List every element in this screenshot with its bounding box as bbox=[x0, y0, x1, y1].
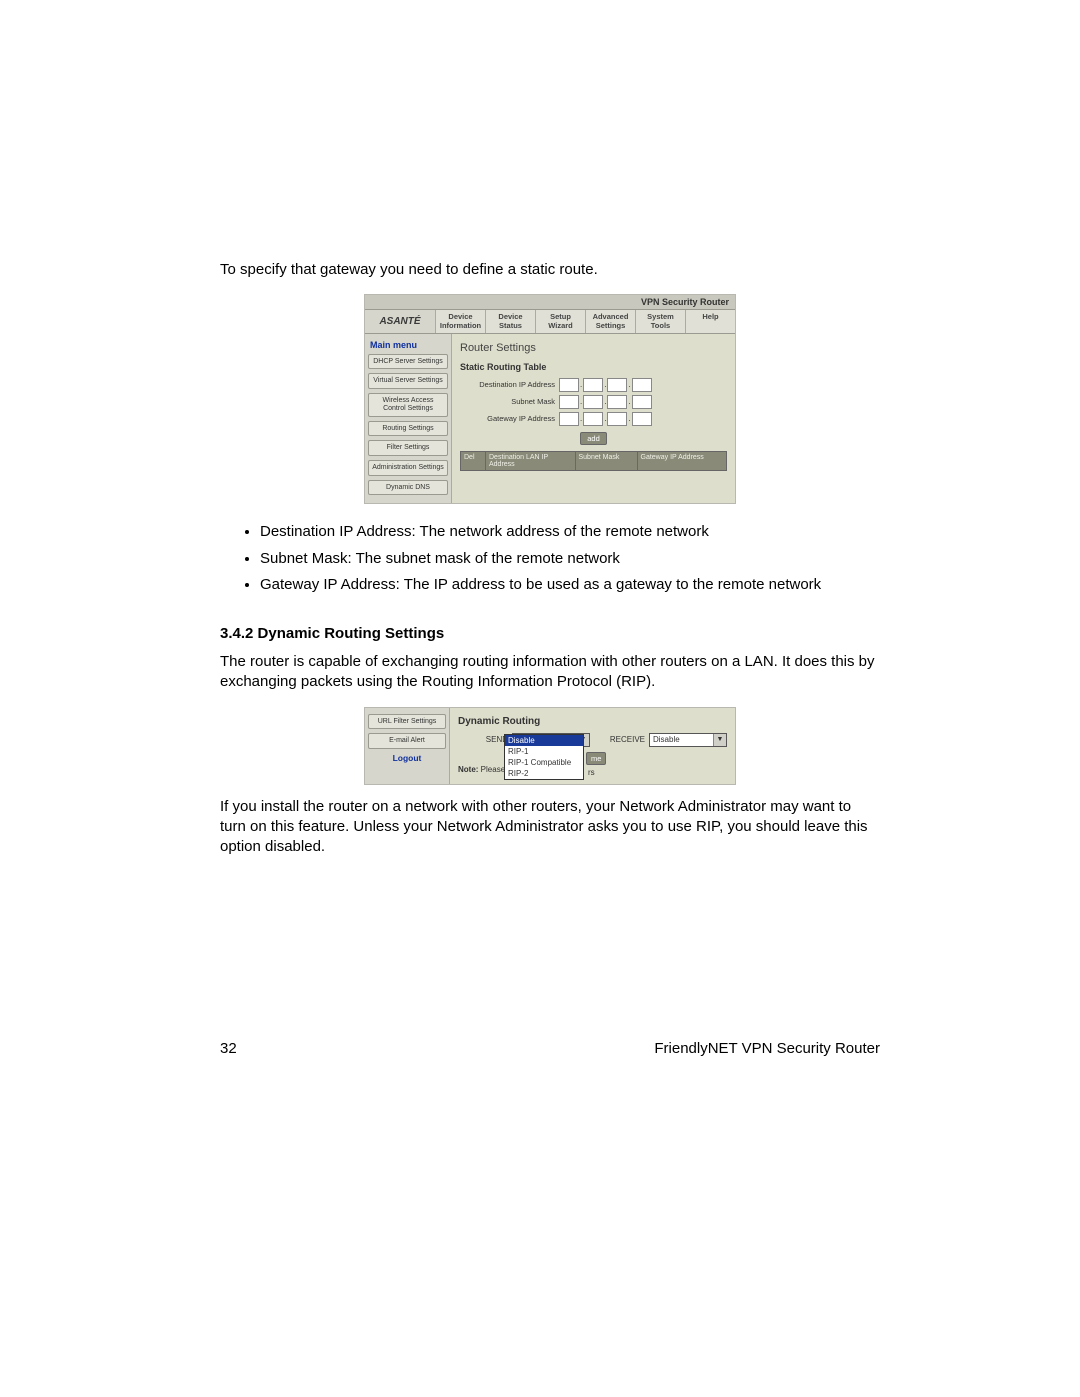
gw-octet-4[interactable] bbox=[632, 412, 652, 426]
label-subnet-mask: Subnet Mask bbox=[460, 397, 559, 406]
sidebar: Main menu DHCP Server Settings Virtual S… bbox=[365, 334, 452, 504]
obscured-button-fragment: me bbox=[586, 752, 606, 765]
dest-ip-octet-3[interactable] bbox=[607, 378, 627, 392]
tab-setup-wizard[interactable]: Setup Wizard bbox=[536, 310, 586, 333]
tab-help[interactable]: Help bbox=[686, 310, 735, 333]
nav-tabs: Device Information Device Status Setup W… bbox=[436, 310, 735, 333]
row-destination-ip: Destination IP Address . . . bbox=[460, 378, 727, 392]
sidebar-item-email-alert[interactable]: E-mail Alert bbox=[368, 733, 446, 749]
sidebar-item-virtual-server[interactable]: Virtual Server Settings bbox=[368, 373, 448, 389]
dropdown-option-disable[interactable]: Disable bbox=[505, 735, 583, 746]
gw-octet-2[interactable] bbox=[583, 412, 603, 426]
row-gateway-ip: Gateway IP Address . . . bbox=[460, 412, 727, 426]
routing-table-header: Del Destination LAN IP Address Subnet Ma… bbox=[460, 451, 727, 471]
row-subnet-mask: Subnet Mask . . . bbox=[460, 395, 727, 409]
brand-logo: ASANTÉ bbox=[365, 310, 436, 333]
list-item: Destination IP Address: The network addr… bbox=[260, 522, 880, 542]
top-nav: ASANTÉ Device Information Device Status … bbox=[365, 310, 735, 334]
th-delete: Del bbox=[461, 452, 486, 470]
gw-octet-3[interactable] bbox=[607, 412, 627, 426]
screenshot-router-settings: VPN Security Router ASANTÉ Device Inform… bbox=[364, 294, 736, 504]
add-button[interactable]: add bbox=[580, 432, 607, 445]
sidebar: URL Filter Settings E-mail Alert Logout bbox=[365, 708, 450, 784]
content-pane: Dynamic Routing SEND Disable ▼ RECEIVE D… bbox=[450, 708, 735, 784]
mask-octet-2[interactable] bbox=[583, 395, 603, 409]
mask-octet-3[interactable] bbox=[607, 395, 627, 409]
mask-octet-1[interactable] bbox=[559, 395, 579, 409]
sidebar-item-dynamic-dns[interactable]: Dynamic DNS bbox=[368, 480, 448, 496]
dest-ip-octet-4[interactable] bbox=[632, 378, 652, 392]
definitions-list: Destination IP Address: The network addr… bbox=[260, 522, 880, 595]
screenshot-dynamic-routing: URL Filter Settings E-mail Alert Logout … bbox=[364, 707, 736, 785]
tab-system-tools[interactable]: System Tools bbox=[636, 310, 686, 333]
dropdown-option-rip1[interactable]: RIP-1 bbox=[505, 746, 583, 757]
receive-select-value: Disable bbox=[653, 735, 680, 744]
dynamic-routing-intro: The router is capable of exchanging rout… bbox=[220, 652, 880, 693]
document-page: To specify that gateway you need to defi… bbox=[0, 0, 1080, 1397]
sidebar-item-wireless-access[interactable]: Wireless Access Control Settings bbox=[368, 393, 448, 416]
label-gateway-ip: Gateway IP Address bbox=[460, 414, 559, 423]
page-footer: 32 FriendlyNET VPN Security Router bbox=[220, 1040, 880, 1057]
dynamic-routing-followup: If you install the router on a network w… bbox=[220, 797, 880, 858]
list-item: Subnet Mask: The subnet mask of the remo… bbox=[260, 549, 880, 569]
dest-ip-octet-2[interactable] bbox=[583, 378, 603, 392]
tab-device-information[interactable]: Device Information bbox=[436, 310, 486, 333]
sidebar-item-filter[interactable]: Filter Settings bbox=[368, 440, 448, 456]
content-pane: Router Settings Static Routing Table Des… bbox=[452, 334, 735, 504]
sidebar-item-url-filter[interactable]: URL Filter Settings bbox=[368, 714, 446, 730]
section-subtitle: Static Routing Table bbox=[460, 362, 727, 372]
th-gateway-ip: Gateway IP Address bbox=[638, 452, 727, 470]
page-title: Router Settings bbox=[460, 342, 727, 354]
sidebar-item-dhcp-server[interactable]: DHCP Server Settings bbox=[368, 354, 448, 370]
dropdown-arrow-icon[interactable]: ▼ bbox=[713, 734, 726, 746]
tab-advanced-settings[interactable]: Advanced Settings bbox=[586, 310, 636, 333]
section-heading: 3.4.2 Dynamic Routing Settings bbox=[220, 625, 880, 642]
tab-device-status[interactable]: Device Status bbox=[486, 310, 536, 333]
gw-octet-1[interactable] bbox=[559, 412, 579, 426]
titlebar-label: VPN Security Router bbox=[365, 295, 735, 310]
list-item: Gateway IP Address: The IP address to be… bbox=[260, 575, 880, 595]
page-title: Dynamic Routing bbox=[458, 716, 727, 727]
sidebar-item-routing[interactable]: Routing Settings bbox=[368, 421, 448, 437]
intro-paragraph: To specify that gateway you need to defi… bbox=[220, 260, 880, 280]
send-dropdown-list[interactable]: Disable RIP-1 RIP-1 Compatible RIP-2 bbox=[504, 734, 584, 780]
dest-ip-octet-1[interactable] bbox=[559, 378, 579, 392]
note-prefix: Note: bbox=[458, 765, 478, 774]
receive-label: RECEIVE bbox=[590, 735, 649, 744]
product-name: FriendlyNET VPN Security Router bbox=[654, 1040, 880, 1057]
main-menu-heading: Main menu bbox=[370, 340, 448, 350]
receive-select[interactable]: Disable ▼ bbox=[649, 733, 727, 747]
mask-octet-4[interactable] bbox=[632, 395, 652, 409]
dropdown-option-rip2[interactable]: RIP-2 bbox=[505, 768, 583, 779]
page-number: 32 bbox=[220, 1040, 237, 1057]
th-subnet-mask: Subnet Mask bbox=[576, 452, 638, 470]
sidebar-item-administration[interactable]: Administration Settings bbox=[368, 460, 448, 476]
label-destination-ip: Destination IP Address bbox=[460, 380, 559, 389]
logout-link[interactable]: Logout bbox=[368, 753, 446, 763]
obscured-text-fragment: rs bbox=[588, 768, 595, 777]
th-destination-ip: Destination LAN IP Address bbox=[486, 452, 576, 470]
dropdown-option-rip1-compatible[interactable]: RIP-1 Compatible bbox=[505, 757, 583, 768]
